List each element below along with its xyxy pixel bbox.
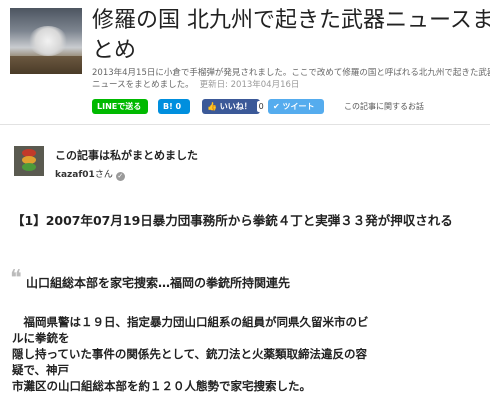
summary-line-2-text: ニュースをまとめました。 (92, 80, 194, 90)
avatar-ring (22, 163, 36, 171)
author-name-link[interactable]: kazaf01 (55, 170, 95, 180)
section-heading: 【1】2007年07月19日暴力団事務所から拳銃４丁と実弾３３発が押収される (12, 213, 453, 228)
summary-line-1: 2013年4月15日に小倉で手榴弾が発見されました。ここで改めて修羅の国と呼ばれ… (92, 68, 490, 78)
body-line: 福岡県警は１９日、指定暴力団山口組系の組員が同県久留米市のビ (12, 315, 369, 329)
line-share-button[interactable]: LINEで送る (92, 99, 148, 114)
quote-body: 福岡県警は１９日、指定暴力団山口組系の組員が同県久留米市のビ ルに拳銃を 隠し持… (12, 314, 488, 394)
hatena-count: 0 (175, 102, 182, 111)
quote-icon: ❝ (10, 266, 22, 291)
avatar[interactable] (14, 146, 44, 176)
title-line-1: 修羅の国 北九州で起きた武器ニュースま (92, 8, 490, 33)
updated-date: 更新日: 2013年04月16日 (199, 80, 300, 90)
body-line: 市灘区の山口組総本部を約１２０人態勢で家宅捜索した。 (12, 379, 311, 393)
hatena-bookmark-button[interactable]: B! 0 (158, 99, 190, 114)
body-line: 隠し持っていた事件の関係先として、銃刀法と火薬類取締法違反の容 (12, 347, 368, 361)
page-title: 修羅の国 北九州で起きた武器ニュースま とめ (92, 6, 490, 66)
article-thumbnail (10, 8, 82, 74)
body-line: 疑で、神戸 (12, 363, 70, 377)
summary: 2013年4月15日に小倉で手榴弾が発見されました。ここで改めて修羅の国と呼ばれ… (92, 67, 490, 91)
line-share-label: LINEで送る (97, 102, 142, 111)
summary-line-2: ニュースをまとめました。 更新日: 2013年04月16日 (92, 79, 490, 91)
facebook-like-label: いいね！ (219, 102, 252, 111)
author-suffix: さん (94, 170, 113, 180)
author-info: kazaf01さん ✓ (55, 167, 125, 181)
ground-shape (10, 56, 82, 74)
curator-heading: この記事は私がまとめました (55, 149, 198, 162)
check-badge-icon: ✓ (115, 172, 125, 181)
quote-title: 山口組総本部を家宅捜索…福岡の拳銃所持関連先 (26, 276, 291, 290)
facebook-thumb-icon: 👍 (207, 102, 217, 111)
facebook-like-count: 0 (256, 101, 266, 112)
related-talk-link[interactable]: この記事に関するお話 (344, 101, 424, 112)
facebook-like-button[interactable]: 👍 いいね！ 0 (202, 99, 266, 114)
divider (0, 124, 490, 125)
twitter-bird-icon: ✔ (273, 102, 280, 111)
hatena-label: B! (163, 102, 173, 111)
steam-shape (28, 26, 68, 56)
tweet-label: ツイート (282, 102, 315, 111)
title-line-2: とめ (92, 38, 137, 63)
body-line: ルに拳銃を (12, 331, 70, 345)
tweet-button[interactable]: ✔ ツイート (268, 99, 324, 114)
